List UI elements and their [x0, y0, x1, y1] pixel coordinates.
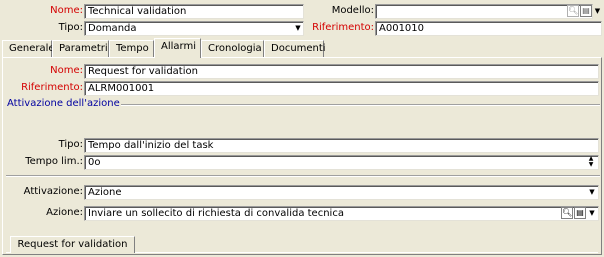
detail-icon[interactable]: ▤	[580, 5, 592, 17]
alarm-tempo-label: Tempo lim.:	[25, 156, 83, 167]
detail-icon[interactable]: ▤	[574, 207, 586, 219]
tab-tempo[interactable]: Tempo	[109, 40, 154, 57]
tab-strip: Generale Parametri Tempo Allarmi Cronolo…	[0, 38, 604, 58]
alarm-riferimento-field[interactable]: ALRM001001	[84, 81, 599, 96]
search-icon[interactable]: 🔍︎	[567, 5, 579, 17]
azione-field[interactable]: Inviare un sollecito di richiesta di con…	[84, 206, 599, 221]
azione-label: Azione:	[46, 207, 83, 218]
chevron-down-icon[interactable]: ▼	[587, 186, 597, 199]
chevron-down-icon[interactable]: ▼	[293, 22, 303, 35]
chevron-down-icon[interactable]: ▼	[593, 5, 602, 18]
stepper-icon[interactable]: ▲ ▼	[586, 156, 596, 169]
alarm-riferimento-label: Riferimento:	[21, 82, 83, 93]
tab-request-for-validation[interactable]: Request for validation	[10, 236, 135, 253]
section-divider	[6, 175, 600, 176]
tab-parametri[interactable]: Parametri	[52, 40, 109, 57]
group-title: Attivazione dell'azione	[6, 97, 121, 110]
alarm-tipo-select[interactable]: Tempo dall'inizio del task	[84, 138, 599, 153]
alarm-tempo-field[interactable]: 0o	[84, 155, 599, 170]
modello-field[interactable]	[375, 4, 593, 19]
riferimento-label: Riferimento:	[312, 22, 374, 33]
tab-generale[interactable]: Generale	[2, 40, 55, 57]
modello-label: Modello:	[331, 5, 374, 16]
tab-cronologia[interactable]: Cronologia	[201, 40, 264, 57]
chevron-down-icon[interactable]: ▼	[587, 207, 597, 220]
attivazione-select[interactable]: Azione	[84, 185, 599, 200]
riferimento-field[interactable]: A001010	[375, 21, 602, 36]
tab-documenti[interactable]: Documenti	[264, 40, 326, 57]
alarm-nome-label: Nome:	[50, 65, 83, 76]
search-icon[interactable]: 🔍︎	[561, 207, 573, 219]
attivazione-label: Attivazione:	[23, 186, 83, 197]
alarm-nome-field[interactable]: Request for validation	[84, 64, 599, 79]
tipo-select[interactable]: Domanda	[84, 21, 304, 36]
nome-field[interactable]: Technical validation	[84, 4, 304, 19]
alarm-tipo-label: Tipo:	[58, 139, 83, 150]
nome-label: Nome:	[50, 5, 83, 16]
tab-allarmi[interactable]: Allarmi	[154, 38, 201, 58]
tipo-label: Tipo:	[58, 22, 83, 33]
